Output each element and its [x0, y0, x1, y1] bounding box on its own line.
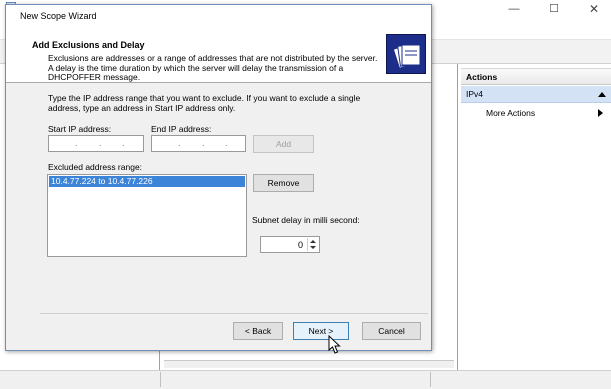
status-bar: [0, 370, 611, 389]
subnet-delay-stepper[interactable]: 0: [260, 236, 320, 253]
minimize-button[interactable]: —: [506, 2, 522, 16]
ip-octet-separator: .: [99, 138, 102, 148]
cancel-button[interactable]: Cancel: [362, 322, 421, 340]
wizard-titlebar[interactable]: New Scope Wizard: [6, 5, 431, 29]
maximize-button[interactable]: ☐: [546, 2, 562, 16]
ip-octet-separator: .: [202, 138, 205, 148]
excluded-range-label: Excluded address range:: [48, 162, 143, 172]
actions-section-ipv4[interactable]: IPv4: [461, 86, 611, 103]
status-bar-divider: [430, 372, 431, 387]
folders-icon: [386, 34, 426, 74]
start-ip-field[interactable]: . . .: [48, 135, 144, 152]
excluded-range-list[interactable]: 10.4.77.224 to 10.4.77.226: [47, 174, 247, 257]
actions-section-label: IPv4: [466, 89, 484, 99]
new-scope-wizard-dialog: New Scope Wizard Add Exclusions and Dela…: [5, 4, 432, 354]
mouse-pointer-icon: [328, 335, 341, 354]
details-scrollbar[interactable]: [164, 360, 454, 368]
close-button[interactable]: ✕: [586, 2, 602, 16]
collapse-caret-icon[interactable]: [598, 92, 606, 97]
ip-octet-separator: .: [75, 138, 78, 148]
status-bar-divider: [160, 372, 161, 387]
footer-divider: [40, 313, 428, 314]
back-button[interactable]: < Back: [233, 322, 283, 340]
page-description: Exclusions are addresses or a range of a…: [48, 53, 378, 82]
end-ip-field[interactable]: . . .: [151, 135, 246, 152]
actions-header: Actions: [461, 68, 611, 85]
subnet-delay-label: Subnet delay in milli second:: [252, 215, 360, 225]
ip-octet-separator: .: [178, 138, 181, 148]
wizard-header: Add Exclusions and Delay Exclusions are …: [6, 29, 431, 83]
subnet-delay-value: 0: [297, 240, 303, 250]
submenu-arrow-icon: [598, 109, 603, 117]
spin-up-icon[interactable]: [310, 240, 316, 243]
end-ip-label: End IP address:: [151, 124, 212, 134]
spin-buttons[interactable]: [307, 238, 318, 251]
ip-octet-separator: .: [225, 138, 228, 148]
wizard-title: New Scope Wizard: [20, 11, 97, 21]
instructions-text: Type the IP address range that you want …: [48, 93, 361, 113]
ip-octet-separator: .: [122, 138, 125, 148]
spin-down-icon[interactable]: [310, 246, 316, 249]
page-heading: Add Exclusions and Delay: [32, 40, 145, 50]
more-actions-item[interactable]: More Actions: [486, 106, 535, 120]
list-item[interactable]: 10.4.77.224 to 10.4.77.226: [49, 176, 245, 187]
add-button[interactable]: Add: [253, 135, 314, 153]
actions-pane: Actions IPv4 More Actions: [461, 64, 611, 370]
remove-button[interactable]: Remove: [253, 174, 314, 192]
start-ip-label: Start IP address:: [48, 124, 112, 134]
